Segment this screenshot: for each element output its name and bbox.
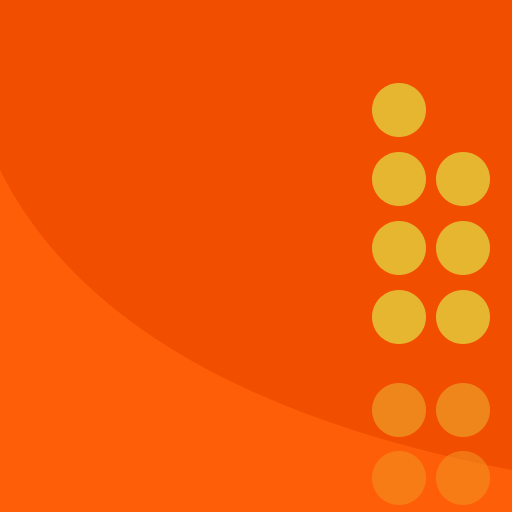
dot-solid [372,221,426,275]
dot-faded [372,383,426,437]
dot-solid [436,152,490,206]
dot-solid [372,152,426,206]
dot-faded [436,383,490,437]
app-icon [0,0,512,512]
dot-faded [436,451,490,505]
dot-faded [372,451,426,505]
dot-solid [372,83,426,137]
dot-solid [436,221,490,275]
dot-columns-icon [0,0,512,512]
dot-solid [372,290,426,344]
dot-solid [436,290,490,344]
